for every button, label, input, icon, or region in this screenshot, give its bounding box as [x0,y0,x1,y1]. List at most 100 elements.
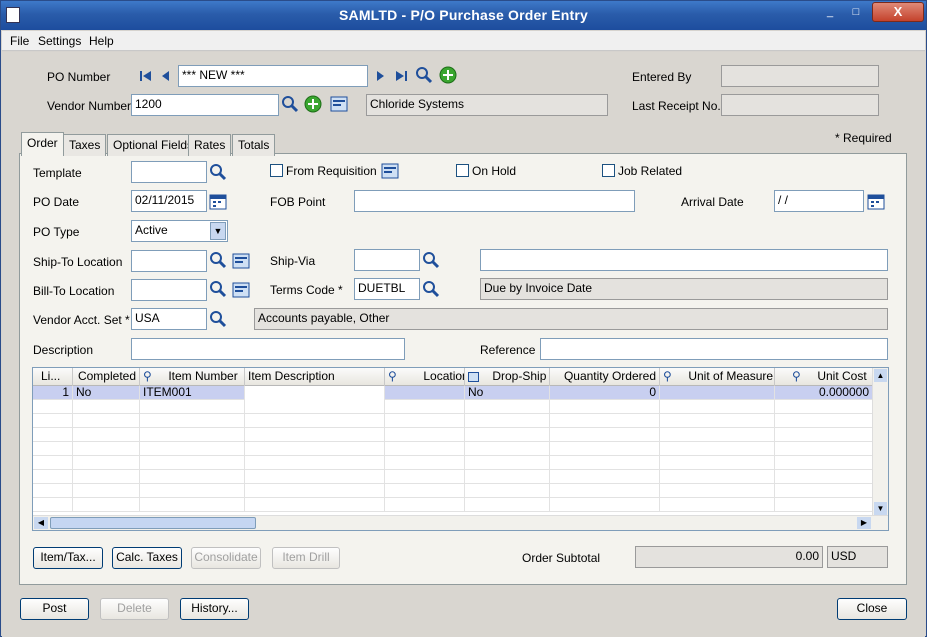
col-line[interactable]: Li... [33,368,73,386]
cell-line[interactable]: 1 [33,386,73,400]
scroll-up-icon[interactable]: ▲ [874,369,887,382]
col-completed[interactable]: Completed [73,368,140,386]
grid-cell[interactable] [73,414,140,428]
grid-cell[interactable] [775,400,873,414]
ship-to-finder-icon[interactable] [209,251,227,269]
ship-via-input[interactable] [354,249,420,271]
grid-cell[interactable] [550,484,660,498]
grid-cell[interactable] [73,456,140,470]
grid-cell[interactable] [775,428,873,442]
template-finder-icon[interactable] [209,163,227,181]
ship-to-input[interactable] [131,250,207,272]
grid-cell[interactable] [775,484,873,498]
table-row[interactable] [33,470,873,484]
grid-cell[interactable] [245,498,385,512]
tab-rates[interactable]: Rates [188,134,232,156]
table-row[interactable] [33,442,873,456]
grid-cell[interactable] [33,498,73,512]
col-item-description[interactable]: Item Description [245,368,385,386]
scroll-right-icon[interactable]: ▶ [857,517,871,529]
post-button[interactable]: Post [20,598,89,620]
grid-cell[interactable] [140,456,245,470]
menu-settings[interactable]: Settings [38,34,81,48]
grid-cell[interactable] [140,484,245,498]
tab-order[interactable]: Order [21,132,64,156]
requisition-zoom-icon[interactable] [381,162,399,180]
grid-cell[interactable] [140,442,245,456]
grid-cell[interactable] [33,470,73,484]
grid-cell[interactable] [33,456,73,470]
po-date-input[interactable]: 02/11/2015 [131,190,207,212]
bill-to-zoom-icon[interactable] [232,281,250,299]
cell-drop-ship[interactable]: No [465,386,550,400]
first-record-icon[interactable] [137,67,155,85]
table-row[interactable] [33,400,873,414]
grid-cell[interactable] [550,414,660,428]
grid-cell[interactable] [245,470,385,484]
grid-cell[interactable] [33,428,73,442]
arrival-calendar-icon[interactable] [867,192,885,210]
grid-cell[interactable] [465,428,550,442]
grid-cell[interactable] [33,414,73,428]
grid-cell[interactable] [385,484,465,498]
grid-cell[interactable] [73,498,140,512]
calendar-icon[interactable] [209,192,227,210]
tab-taxes[interactable]: Taxes [63,134,107,156]
grid-cell[interactable] [140,428,245,442]
menu-help[interactable]: Help [89,34,114,48]
po-type-select[interactable]: Active ▼ [131,220,228,242]
description-input[interactable] [131,338,405,360]
template-input[interactable] [131,161,207,183]
tab-optional-fields[interactable]: Optional Fields [107,134,200,156]
grid-cell[interactable] [245,442,385,456]
grid-vertical-scrollbar[interactable]: ▲ ▼ [872,368,888,516]
grid-cell[interactable] [660,498,775,512]
chevron-down-icon[interactable]: ▼ [210,222,226,240]
grid-cell[interactable] [385,470,465,484]
grid-cell[interactable] [385,428,465,442]
scroll-left-icon[interactable]: ◀ [34,517,48,529]
table-row[interactable] [33,428,873,442]
grid-cell[interactable] [550,400,660,414]
arrival-date-input[interactable]: / / [774,190,864,212]
grid-cell[interactable] [245,456,385,470]
grid-cell[interactable] [385,400,465,414]
ship-via-finder-icon[interactable] [422,251,440,269]
vendor-finder-icon[interactable] [281,95,299,113]
grid-cell[interactable] [73,484,140,498]
grid-cell[interactable] [550,428,660,442]
tab-totals[interactable]: Totals [232,134,276,156]
grid-cell[interactable] [385,442,465,456]
ship-via-description-input[interactable] [480,249,888,271]
job-related-checkbox[interactable] [602,164,615,177]
grid-cell[interactable] [245,400,385,414]
grid-horizontal-scrollbar[interactable]: ◀ ▶ [33,515,888,530]
close-button[interactable]: Close [837,598,907,620]
cell-unit-of-measure[interactable] [660,386,775,400]
grid-cell[interactable] [33,400,73,414]
grid-cell[interactable] [465,470,550,484]
on-hold-checkbox[interactable] [456,164,469,177]
grid-cell[interactable] [465,498,550,512]
cell-location[interactable] [385,386,465,400]
grid-cell[interactable] [465,442,550,456]
grid-cell[interactable] [660,428,775,442]
table-row[interactable]: 1 No ITEM001 No 0 0.000000 [33,386,873,400]
grid-cell[interactable] [660,414,775,428]
col-drop-ship[interactable]: Drop-Ship [465,368,550,386]
grid-cell[interactable] [140,498,245,512]
grid-cell[interactable] [140,470,245,484]
grid-cell[interactable] [550,456,660,470]
vendor-zoom-icon[interactable] [330,95,348,113]
col-item-number[interactable]: ⚲ Item Number [140,368,245,386]
grid-cell[interactable] [33,442,73,456]
fob-point-input[interactable] [354,190,635,212]
cell-unit-cost[interactable]: 0.000000 [775,386,873,400]
grid-cell[interactable] [245,484,385,498]
scroll-down-icon[interactable]: ▼ [874,502,887,515]
close-window-button[interactable]: X [872,2,924,22]
col-location[interactable]: ⚲ Location [385,368,465,386]
po-finder-icon[interactable] [415,66,433,84]
delete-button[interactable]: Delete [100,598,169,620]
col-unit-of-measure[interactable]: ⚲ Unit of Measure [660,368,775,386]
